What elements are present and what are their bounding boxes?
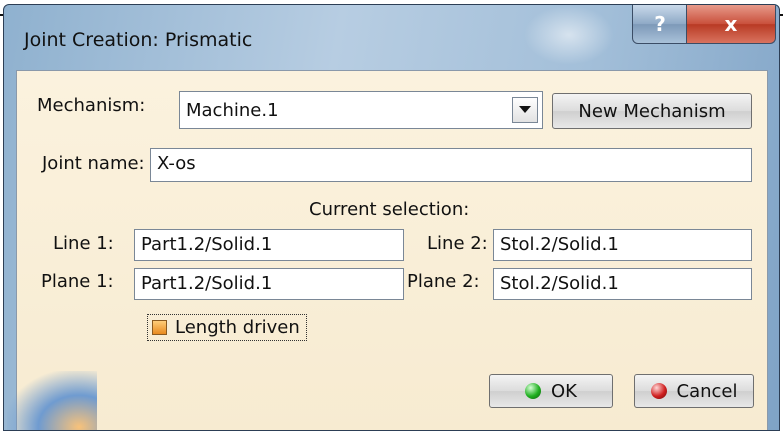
cancel-button[interactable]: Cancel (634, 374, 754, 408)
length-driven-checkbox-row[interactable]: Length driven (147, 314, 307, 341)
new-mechanism-button-label: New Mechanism (578, 100, 726, 122)
plane1-value: Part1.2/Solid.1 (141, 273, 273, 294)
joint-name-value: X-os (157, 153, 196, 174)
length-driven-label: Length driven (175, 317, 300, 338)
chevron-down-icon[interactable] (512, 97, 538, 123)
joint-name-label: Joint name: (42, 153, 145, 174)
line2-label: Line 2: (427, 233, 488, 254)
line2-field[interactable]: Stol.2/Solid.1 (493, 229, 752, 261)
close-button[interactable]: x (686, 5, 776, 44)
plane2-label: Plane 2: (407, 271, 480, 292)
plane1-label: Plane 1: (41, 271, 114, 292)
decorative-corner-graphic (7, 371, 97, 430)
mechanism-select[interactable]: Machine.1 (179, 91, 543, 129)
ok-button[interactable]: OK (489, 374, 613, 408)
line1-value: Part1.2/Solid.1 (141, 234, 273, 255)
checkbox-icon[interactable] (152, 320, 167, 335)
help-button[interactable]: ? (632, 5, 688, 44)
current-selection-heading: Current selection: (309, 199, 470, 220)
new-mechanism-button[interactable]: New Mechanism (552, 93, 752, 129)
title-glow (524, 5, 614, 65)
mechanism-select-value: Machine.1 (186, 100, 279, 121)
line1-label: Line 1: (53, 233, 114, 254)
ok-button-label: OK (551, 380, 577, 402)
cancel-button-label: Cancel (676, 380, 738, 402)
line1-field[interactable]: Part1.2/Solid.1 (134, 229, 404, 261)
dialog-window: Joint Creation: Prismatic ? x Mechanism:… (3, 4, 780, 431)
plane1-field[interactable]: Part1.2/Solid.1 (134, 268, 404, 300)
cancel-red-ball-icon (650, 383, 667, 399)
dialog-client-area: Mechanism: Machine.1 New Mechanism Joint… (7, 70, 768, 430)
joint-name-input[interactable]: X-os (150, 148, 752, 182)
help-icon: ? (654, 12, 666, 36)
ok-green-ball-icon (525, 383, 541, 399)
plane2-value: Stol.2/Solid.1 (500, 273, 619, 294)
title-bar[interactable]: Joint Creation: Prismatic ? x (4, 5, 779, 67)
close-icon: x (724, 12, 738, 36)
window-title: Joint Creation: Prismatic (24, 29, 253, 51)
line2-value: Stol.2/Solid.1 (500, 234, 619, 255)
mechanism-label: Mechanism: (37, 95, 146, 116)
plane2-field[interactable]: Stol.2/Solid.1 (493, 268, 752, 300)
